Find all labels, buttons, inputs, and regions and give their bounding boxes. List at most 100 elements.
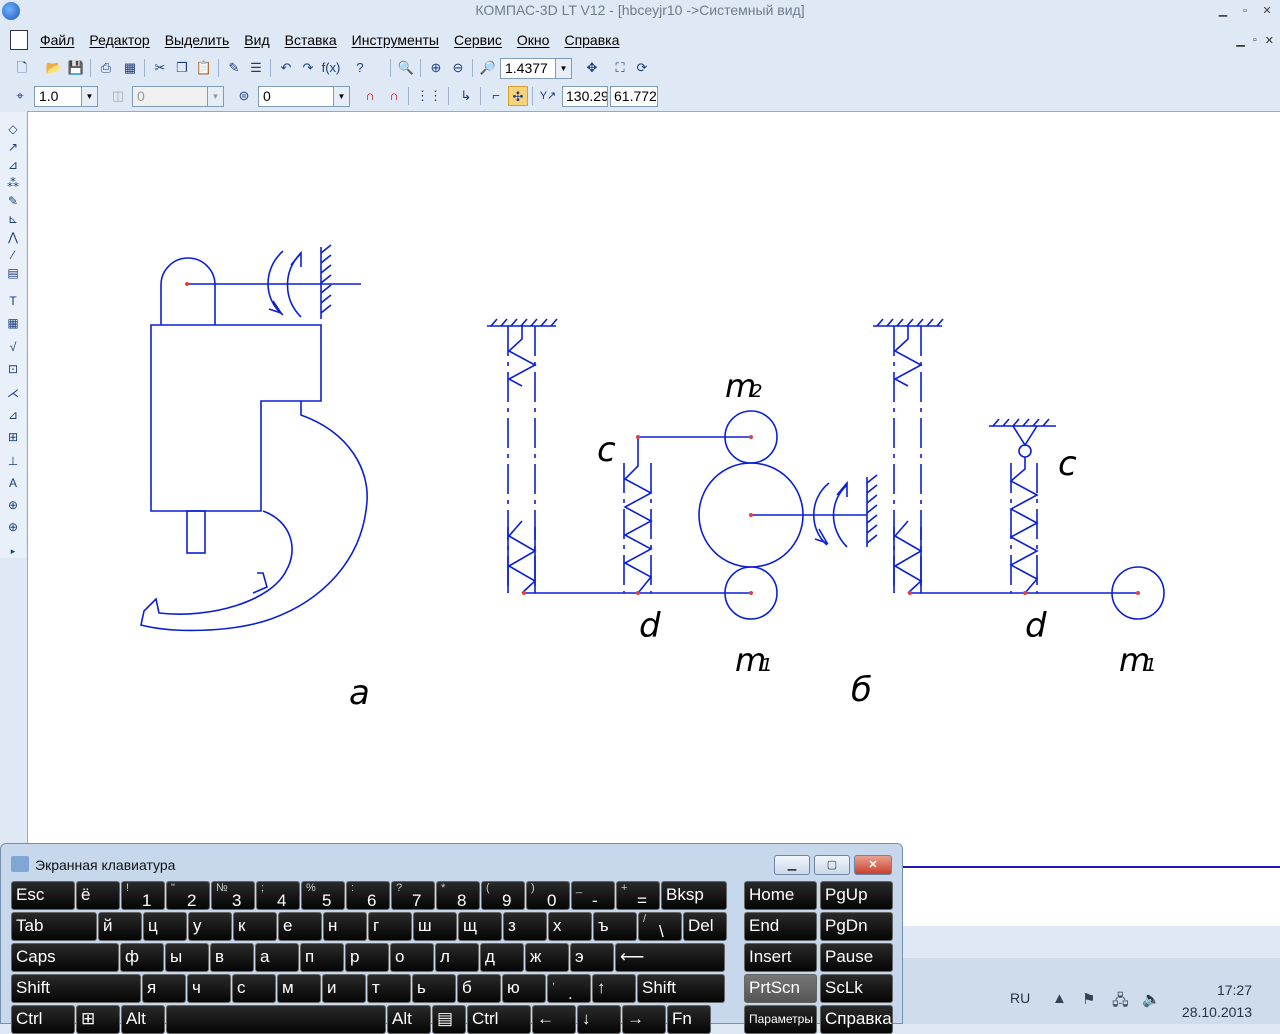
menu-view[interactable]: Вид bbox=[244, 32, 269, 48]
osk-key[interactable]: ы bbox=[165, 943, 209, 972]
roughness-icon[interactable]: √ bbox=[4, 338, 22, 356]
param-icon[interactable]: ✎ bbox=[4, 192, 22, 210]
osk-key[interactable]: е bbox=[278, 912, 322, 941]
osk-key[interactable]: м bbox=[277, 974, 321, 1003]
document-icon[interactable] bbox=[10, 30, 28, 50]
osk-key[interactable]: ↓ bbox=[577, 1005, 621, 1034]
chevron-down-icon[interactable]: ▼ bbox=[81, 87, 97, 106]
pan-icon[interactable]: ✥ bbox=[582, 58, 602, 78]
osk-key[interactable]: и bbox=[322, 974, 366, 1003]
menu-file[interactable]: Файл bbox=[40, 32, 74, 48]
osk-key[interactable]: л bbox=[435, 943, 479, 972]
osk-key[interactable]: ,. bbox=[547, 974, 591, 1003]
coord-y-field[interactable]: 61.772 bbox=[610, 86, 658, 107]
osk-key[interactable]: о bbox=[390, 943, 434, 972]
osk-key[interactable]: № 3 bbox=[211, 881, 255, 910]
osk-key[interactable] bbox=[166, 1005, 386, 1034]
osk-minimize-button[interactable]: ▁ bbox=[774, 855, 810, 875]
zoom-scale-icon[interactable]: 🔎 bbox=[478, 58, 498, 78]
osk-key[interactable]: PgUp bbox=[820, 881, 893, 910]
osk-key[interactable]: я bbox=[142, 974, 186, 1003]
copy-icon[interactable]: ❐ bbox=[172, 58, 192, 78]
doc-close-button[interactable]: ✕ bbox=[1265, 34, 1274, 47]
osk-key[interactable]: Shift bbox=[11, 974, 141, 1003]
osk-key[interactable]: Del bbox=[683, 912, 727, 941]
chevron-down-icon[interactable]: ▼ bbox=[555, 59, 571, 78]
osk-key[interactable]: → bbox=[622, 1005, 666, 1034]
osk-key[interactable]: Ctrl bbox=[11, 1005, 75, 1034]
osk-key[interactable]: Shift bbox=[637, 974, 725, 1003]
center-mark-icon[interactable]: ⊕ bbox=[4, 518, 22, 536]
osk-key[interactable]: ⊞ bbox=[76, 1005, 120, 1034]
osk-key[interactable]: к bbox=[233, 912, 277, 941]
view-arrow-icon[interactable]: ⊕ bbox=[4, 496, 22, 514]
osk-key[interactable]: End bbox=[744, 912, 817, 941]
frame-icon[interactable]: ⊞ bbox=[4, 428, 22, 446]
osk-key[interactable]: Fn bbox=[667, 1005, 711, 1034]
help-pointer-icon[interactable]: ? bbox=[350, 58, 370, 78]
osk-key[interactable]: Bksp bbox=[661, 881, 727, 910]
osk-key[interactable]: Pause bbox=[820, 943, 893, 972]
osk-key[interactable]: й bbox=[98, 912, 142, 941]
osk-key[interactable]: Caps bbox=[11, 943, 119, 972]
osk-key[interactable]: Tab bbox=[11, 912, 97, 941]
menu-edit[interactable]: Редактор bbox=[89, 32, 149, 48]
expand-panel-icon[interactable]: ▸ bbox=[4, 542, 22, 560]
osk-key[interactable]: ↑ bbox=[592, 974, 636, 1003]
osk-key[interactable]: ? 7 bbox=[391, 881, 435, 910]
menu-tools[interactable]: Инструменты bbox=[352, 32, 439, 48]
zoom-scale-combo[interactable]: 1.4377 ▼ bbox=[500, 58, 572, 79]
osk-key[interactable]: э bbox=[570, 943, 614, 972]
osk-key[interactable]: б bbox=[457, 974, 501, 1003]
osk-key[interactable]: ц bbox=[143, 912, 187, 941]
osk-key[interactable]: р bbox=[345, 943, 389, 972]
osk-key[interactable]: (9 bbox=[481, 881, 525, 910]
osk-key[interactable]: у bbox=[188, 912, 232, 941]
osk-key[interactable]: / \ bbox=[638, 912, 682, 941]
osk-key[interactable]: Ctrl bbox=[467, 1005, 531, 1034]
osk-key[interactable]: п bbox=[300, 943, 344, 972]
refresh-icon[interactable]: ⟳ bbox=[632, 58, 652, 78]
osk-key[interactable]: :6 bbox=[346, 881, 390, 910]
dimensions-icon[interactable]: ↗ bbox=[4, 138, 22, 156]
osk-key[interactable]: Home bbox=[744, 881, 817, 910]
clock-time[interactable]: 17:27 bbox=[1217, 982, 1252, 998]
osk-key[interactable]: ж bbox=[525, 943, 569, 972]
show-hidden-icons-icon[interactable]: ▲ bbox=[1052, 990, 1067, 1007]
osk-key[interactable]: Esc bbox=[11, 881, 75, 910]
language-indicator[interactable]: RU bbox=[1010, 990, 1030, 1006]
osk-key[interactable]: " 2 bbox=[166, 881, 210, 910]
osk-key[interactable]: а bbox=[255, 943, 299, 972]
drawing-canvas[interactable]: а б m 2 m 1 m 1 c c d d bbox=[27, 111, 1280, 866]
network-icon[interactable]: 🖧 bbox=[1112, 990, 1129, 1015]
osk-key[interactable]: г bbox=[368, 912, 412, 941]
osk-key[interactable]: в bbox=[210, 943, 254, 972]
chevron-down-icon[interactable]: ▼ bbox=[333, 87, 349, 106]
redo-icon[interactable]: ↷ bbox=[298, 58, 318, 78]
osk-key[interactable]: ь bbox=[412, 974, 456, 1003]
osk-key[interactable]: с bbox=[232, 974, 276, 1003]
osk-key[interactable]: ▤ bbox=[432, 1005, 466, 1034]
coord-x-field[interactable]: 130.29 bbox=[562, 86, 608, 107]
osk-key[interactable]: ; 4 bbox=[256, 881, 300, 910]
volume-icon[interactable]: 🔈 bbox=[1142, 990, 1161, 1008]
osk-key[interactable]: д bbox=[480, 943, 524, 972]
osk-key[interactable]: ъ bbox=[593, 912, 637, 941]
osk-key[interactable]: Справка bbox=[820, 1005, 893, 1034]
osk-key[interactable]: ! 1 bbox=[121, 881, 165, 910]
osk-key[interactable]: _ - bbox=[571, 881, 615, 910]
menu-select[interactable]: Выделить bbox=[165, 32, 230, 48]
edit-icon[interactable]: ⁂ bbox=[4, 174, 22, 192]
leader-icon[interactable]: ⋌ bbox=[4, 384, 22, 402]
zoom-in-icon[interactable]: ⊕ bbox=[426, 58, 446, 78]
doc-minimize-button[interactable]: ▁ bbox=[1236, 34, 1244, 47]
osk-key[interactable]: з bbox=[503, 912, 547, 941]
menu-insert[interactable]: Вставка bbox=[285, 32, 337, 48]
osk-key[interactable]: Insert bbox=[744, 943, 817, 972]
paste-icon[interactable]: 📋 bbox=[194, 58, 214, 78]
menu-window[interactable]: Окно bbox=[517, 32, 550, 48]
menu-help[interactable]: Справка bbox=[564, 32, 619, 48]
undo-icon[interactable]: ↶ bbox=[276, 58, 296, 78]
osk-key[interactable]: ф bbox=[120, 943, 164, 972]
cut-icon[interactable]: ✂ bbox=[150, 58, 170, 78]
